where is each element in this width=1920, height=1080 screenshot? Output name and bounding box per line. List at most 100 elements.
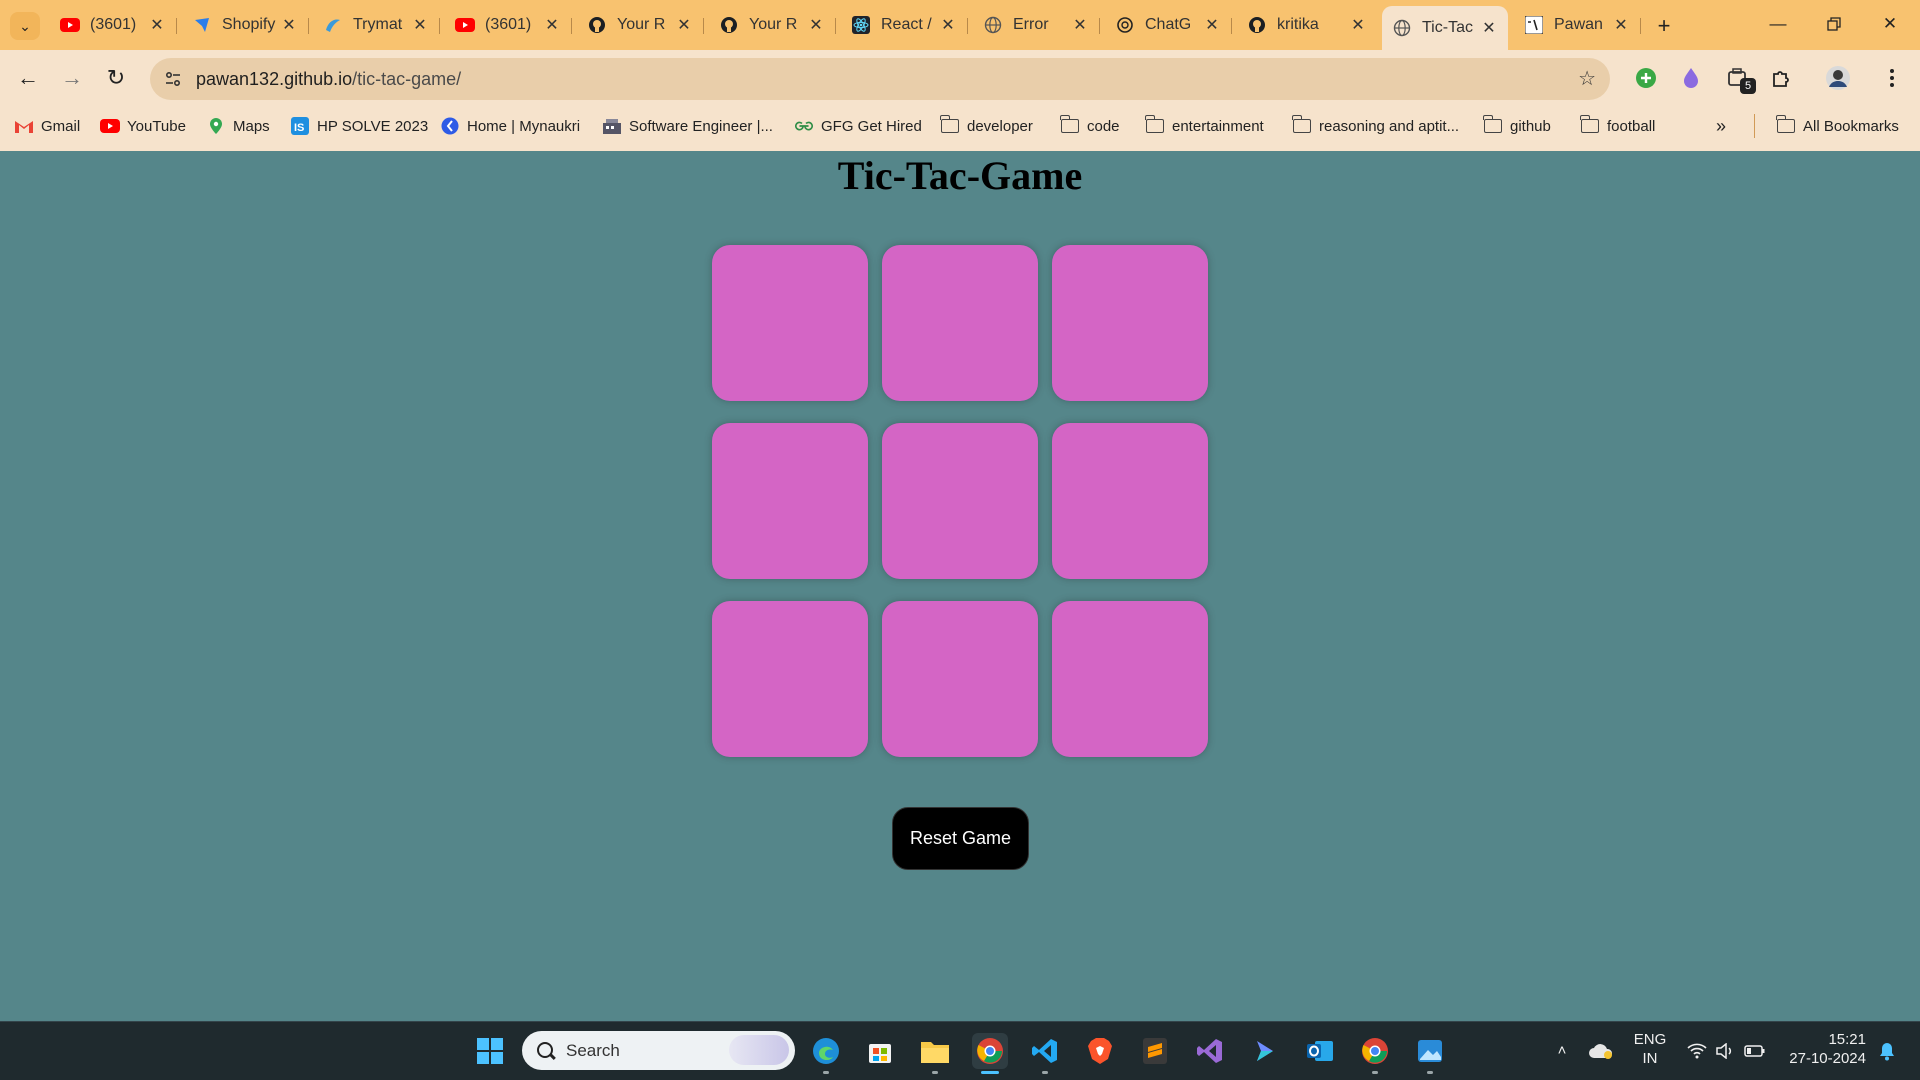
tab-search-button[interactable]: ⌄: [10, 12, 40, 40]
onedrive-icon[interactable]: [1586, 1021, 1616, 1080]
close-icon[interactable]: ✕: [807, 15, 825, 35]
board-cell[interactable]: [882, 601, 1038, 757]
back-button[interactable]: ←: [12, 62, 44, 94]
board-cell[interactable]: [712, 601, 868, 757]
wifi-icon[interactable]: [1684, 1021, 1710, 1080]
extension-drop-icon[interactable]: [1677, 64, 1705, 92]
github-icon: [1247, 15, 1267, 35]
reset-game-button[interactable]: Reset Game: [892, 807, 1029, 870]
photos-app-icon[interactable]: [1412, 1033, 1448, 1069]
bookmark-folder[interactable]: football: [1580, 114, 1655, 138]
browser-tab[interactable]: (3601) ✕: [445, 6, 572, 44]
extension-green-icon[interactable]: [1632, 64, 1660, 92]
board-cell[interactable]: [1052, 245, 1208, 401]
browser-tab[interactable]: ChatG ✕: [1105, 6, 1232, 44]
copilot-icon[interactable]: [1247, 1033, 1283, 1069]
profile-avatar[interactable]: [1824, 64, 1852, 92]
minimize-button[interactable]: —: [1750, 8, 1806, 40]
bookmark-folder[interactable]: code: [1060, 114, 1120, 138]
bookmark-folder[interactable]: entertainment: [1145, 114, 1264, 138]
close-icon[interactable]: ✕: [1349, 15, 1367, 35]
visual-studio-icon[interactable]: [1192, 1033, 1228, 1069]
taskbar-running-indicator: [1042, 1071, 1048, 1074]
start-button[interactable]: [472, 1033, 508, 1069]
browser-tab[interactable]: Error ✕: [973, 6, 1100, 44]
more-bookmarks-button[interactable]: »: [1716, 114, 1726, 138]
browser-menu-icon[interactable]: [1878, 64, 1906, 92]
bookmark-folder[interactable]: developer: [940, 114, 1033, 138]
new-tab-button[interactable]: +: [1650, 12, 1678, 40]
board-cell[interactable]: [712, 245, 868, 401]
bookmark-item[interactable]: Home | Mynaukri: [440, 114, 580, 138]
brave-icon[interactable]: [1082, 1033, 1118, 1069]
browser-tab[interactable]: (3601) ✕: [50, 6, 177, 44]
clock[interactable]: 15:21 27-10-2024: [1778, 1030, 1866, 1068]
address-bar[interactable]: pawan132.github.io/tic-tac-game/ ☆: [150, 58, 1610, 100]
browser-tab[interactable]: Trymat ✕: [313, 6, 440, 44]
notification-bell-icon[interactable]: [1874, 1021, 1900, 1080]
browser-tab[interactable]: kritika ✕: [1237, 6, 1377, 44]
globe-icon: [1392, 18, 1412, 38]
all-bookmarks-button[interactable]: All Bookmarks: [1776, 114, 1899, 138]
bookmark-item[interactable]: IS HP SOLVE 2023: [290, 114, 428, 138]
site-info-icon[interactable]: [160, 66, 186, 92]
close-icon[interactable]: ✕: [148, 15, 166, 35]
bookmark-item[interactable]: Maps: [206, 114, 270, 138]
reload-button[interactable]: ↻: [100, 62, 132, 94]
board-cell[interactable]: [882, 245, 1038, 401]
bookmark-label: reasoning and aptit...: [1319, 117, 1460, 135]
browser-tab[interactable]: Pawan ✕: [1514, 6, 1641, 44]
bookmark-folder[interactable]: github: [1483, 114, 1551, 138]
browser-tab[interactable]: Your R ✕: [577, 6, 704, 44]
microsoft-store-icon[interactable]: [862, 1033, 898, 1069]
extensions-puzzle-icon[interactable]: [1768, 64, 1796, 92]
bookmark-item[interactable]: YouTube: [100, 114, 186, 138]
language-indicator[interactable]: ENG IN: [1628, 1030, 1672, 1068]
taskbar-search[interactable]: Search: [522, 1031, 795, 1070]
browser-tab[interactable]: Your R ✕: [709, 6, 836, 44]
page-content: Tic-Tac-Game Reset Game: [0, 151, 1920, 1021]
browser-tab[interactable]: Tic-Tac ✕: [1382, 6, 1508, 50]
browser-tab[interactable]: Shopify ✕: [182, 6, 309, 44]
tab-separator: [835, 18, 836, 34]
battery-icon[interactable]: [1742, 1021, 1768, 1080]
volume-icon[interactable]: [1712, 1021, 1738, 1080]
bookmark-item[interactable]: Software Engineer |...: [602, 114, 773, 138]
chrome-profile-icon[interactable]: [1357, 1033, 1393, 1069]
board-cell[interactable]: [1052, 601, 1208, 757]
bookmark-star-icon[interactable]: ☆: [1578, 66, 1596, 91]
board-cell[interactable]: [882, 423, 1038, 579]
restore-button[interactable]: [1806, 8, 1862, 40]
bookmark-item[interactable]: Gmail: [14, 114, 80, 138]
bookmark-folder[interactable]: reasoning and aptit...: [1292, 114, 1459, 138]
outlook-icon[interactable]: [1302, 1033, 1338, 1069]
close-icon[interactable]: ✕: [675, 15, 693, 35]
edge-icon[interactable]: [808, 1033, 844, 1069]
board-cell[interactable]: [712, 423, 868, 579]
extension-count-badge: 5: [1740, 78, 1756, 94]
bookmark-item[interactable]: GFG Get Hired: [794, 114, 922, 138]
close-window-button[interactable]: ✕: [1862, 8, 1918, 40]
close-icon[interactable]: ✕: [1203, 15, 1221, 35]
close-icon[interactable]: ✕: [1612, 15, 1630, 35]
close-icon[interactable]: ✕: [411, 15, 429, 35]
chrome-icon[interactable]: [972, 1033, 1008, 1069]
url-text[interactable]: pawan132.github.io/tic-tac-game/: [196, 69, 461, 90]
file-explorer-icon[interactable]: [917, 1033, 953, 1069]
sublime-text-icon[interactable]: [1137, 1033, 1173, 1069]
tab-separator: [308, 18, 309, 34]
close-icon[interactable]: ✕: [280, 15, 298, 35]
forward-button[interactable]: →: [56, 62, 88, 94]
folder-icon: [1483, 115, 1503, 136]
board-cell[interactable]: [1052, 423, 1208, 579]
close-icon[interactable]: ✕: [939, 15, 957, 35]
vscode-icon[interactable]: [1027, 1033, 1063, 1069]
extension-badge-icon[interactable]: 5: [1724, 64, 1756, 94]
close-icon[interactable]: ✕: [543, 15, 561, 35]
close-icon[interactable]: ✕: [1480, 18, 1498, 38]
taskbar-running-indicator: [932, 1071, 938, 1074]
browser-tab[interactable]: React / ✕: [841, 6, 968, 44]
show-hidden-icons-button[interactable]: ˄: [1548, 1021, 1576, 1080]
tab-title: Your R: [617, 16, 666, 33]
close-icon[interactable]: ✕: [1071, 15, 1089, 35]
